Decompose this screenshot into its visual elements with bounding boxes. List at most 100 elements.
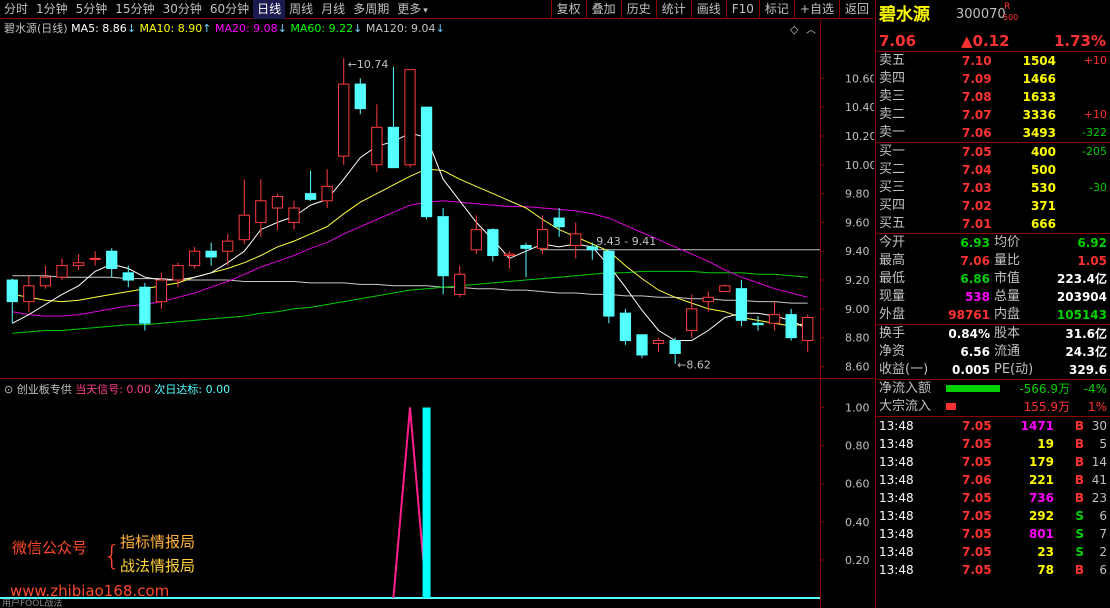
ask-label: 卖五: [879, 53, 906, 68]
bid-chg: -205: [1082, 145, 1107, 158]
period-tab-8[interactable]: 月线: [317, 0, 349, 19]
last-price: 7.06: [879, 32, 917, 50]
period-tab-1[interactable]: 1分钟: [32, 0, 72, 19]
period-tab-10[interactable]: 更多 ▾: [393, 0, 432, 19]
candle-body: [39, 276, 52, 287]
stat2-label-a: 收益(一): [879, 362, 929, 377]
period-tab-3[interactable]: 15分钟: [111, 0, 158, 19]
bid-vol: 400: [1030, 145, 1056, 159]
high-annotation: ←10.74: [348, 58, 389, 71]
tick-time: 13:48: [879, 491, 914, 505]
tick-price: 7.05: [962, 491, 992, 505]
tool-button-7[interactable]: +自选: [793, 0, 839, 19]
tick-count: 14: [1091, 455, 1107, 469]
ask-row-1[interactable]: 卖四 7.09 1466: [876, 70, 1110, 88]
tick-count: 6: [1099, 509, 1107, 523]
candle-body: [222, 240, 234, 252]
tick-side: S: [1075, 545, 1084, 559]
stat1-value-a: 6.93: [960, 236, 990, 250]
stat1-row-3: 现量 538 总量 203904: [876, 288, 1110, 306]
tick-price: 7.05: [962, 455, 992, 469]
ask-row-4[interactable]: 卖一 7.06 3493 -322: [876, 124, 1110, 142]
stat1-label-b: 量比: [994, 253, 1021, 268]
tick-vol: 292: [1028, 509, 1054, 523]
ask-row-3[interactable]: 卖二 7.07 3336 +10: [876, 106, 1110, 124]
bid-price: 7.04: [962, 163, 992, 177]
flow-bar: [946, 403, 956, 410]
ma-label-1: MA10: 8.90: [140, 22, 203, 35]
mark-annotation: 9.43 - 9.41: [596, 235, 656, 248]
tool-button-4[interactable]: 画线: [690, 0, 726, 19]
bid-row-3[interactable]: 买四 7.02 371: [876, 197, 1110, 215]
tick-time: 13:48: [879, 419, 914, 433]
ask-row-2[interactable]: 卖三 7.08 1633: [876, 88, 1110, 106]
tool-button-0[interactable]: 复权: [550, 0, 586, 19]
stat1-value-b: 203904: [1056, 290, 1107, 304]
bid-row-4[interactable]: 买五 7.01 666: [876, 215, 1110, 233]
ask-price: 7.08: [962, 90, 992, 104]
stat1-label-b: 市值: [994, 271, 1021, 286]
bid-chg: -30: [1089, 181, 1107, 194]
tick-row-8: 13:48 7.05 78 B 6: [876, 561, 1110, 579]
tick-row-7: 13:48 7.05 23 S 2: [876, 543, 1110, 561]
tick-row-4: 13:48 7.05 736 B 23: [876, 489, 1110, 507]
period-tab-5[interactable]: 60分钟: [206, 0, 253, 19]
candle-body: [288, 207, 300, 223]
bid-price: 7.02: [962, 199, 992, 213]
bid-price: 7.01: [962, 217, 992, 231]
tool-button-1[interactable]: 叠加: [585, 0, 621, 19]
ma-arrow-icon-0: ↓: [127, 22, 140, 35]
period-tab-4[interactable]: 30分钟: [159, 0, 206, 19]
tool-button-8[interactable]: 返回: [838, 0, 874, 19]
chevron-up-icon[interactable]: ︿: [806, 25, 816, 36]
period-tab-7[interactable]: 周线: [285, 0, 317, 19]
price-tick-10: 8.60: [845, 360, 870, 373]
bid-row-1[interactable]: 买二 7.04 500: [876, 161, 1110, 179]
tick-side: B: [1074, 419, 1084, 433]
bid-row-2[interactable]: 买三 7.03 530 -30: [876, 179, 1110, 197]
ma-label-0: MA5: 8.86: [71, 22, 127, 35]
period-tab-0[interactable]: 分时: [0, 0, 32, 19]
indicator-tick-4: 0.20: [845, 554, 870, 567]
stat2-value-a: 0.005: [952, 363, 990, 377]
candle-body: [56, 265, 68, 278]
stat2-row-0: 换手 0.84% 股本 31.6亿: [876, 325, 1110, 343]
tick-price: 7.05: [962, 527, 992, 541]
ask-vol: 3336: [1022, 108, 1056, 122]
tool-button-2[interactable]: 历史: [620, 0, 656, 19]
price-tick-6: 9.40: [845, 245, 870, 258]
period-tab-9[interactable]: 多周期: [349, 0, 393, 19]
tick-side: B: [1074, 455, 1084, 469]
stat1-label-a: 现量: [879, 289, 906, 304]
indicator-s1: 当天信号: 0.00: [75, 382, 154, 396]
candle-body: [354, 83, 366, 110]
stat1-value-a: 538: [964, 290, 990, 304]
candle-body: [652, 340, 665, 344]
period-tab-2[interactable]: 5分钟: [72, 0, 112, 19]
bid-book: 买一 7.05 400 -205 买二 7.04 500 买三 7.03 530 -30 买四 7.02…: [876, 143, 1110, 234]
watermark-line2: 战法情报局: [120, 557, 195, 575]
candle-body: [205, 250, 217, 258]
tool-button-3[interactable]: 统计: [655, 0, 691, 19]
price-tick-1: 10.40: [845, 101, 874, 114]
tick-row-6: 13:48 7.05 801 S 7: [876, 525, 1110, 543]
candle-body: [387, 126, 400, 169]
chart-canvas[interactable]: 碧水源(日线) MA5: 8.86↓ MA10: 8.90↑ MA20: 9.0…: [0, 20, 874, 608]
candle-body: [768, 314, 781, 324]
tool-button-5[interactable]: F10: [725, 0, 759, 19]
flow-label: 净流入额: [879, 381, 932, 396]
candle-body: [72, 262, 85, 267]
price-tick-7: 9.20: [845, 274, 870, 287]
tick-side: B: [1074, 563, 1084, 577]
ask-row-0[interactable]: 卖五 7.10 1504 +10: [876, 52, 1110, 70]
period-tab-6[interactable]: 日线: [253, 0, 286, 19]
capital-flow: 净流入额 -566.9万 -4% 大宗流入 155.9万 1%: [876, 380, 1110, 417]
diamond-icon[interactable]: ◇: [790, 23, 799, 36]
candle-body: [371, 126, 383, 166]
flow-value: 155.9万: [1023, 400, 1070, 414]
bid-row-0[interactable]: 买一 7.05 400 -205: [876, 143, 1110, 161]
candle-body: [89, 257, 101, 260]
kline-chart[interactable]: 碧水源(日线) MA5: 8.86↓ MA10: 8.90↑ MA20: 9.0…: [0, 20, 874, 608]
candle-body: [420, 106, 433, 218]
tool-button-6[interactable]: 标记: [758, 0, 794, 19]
